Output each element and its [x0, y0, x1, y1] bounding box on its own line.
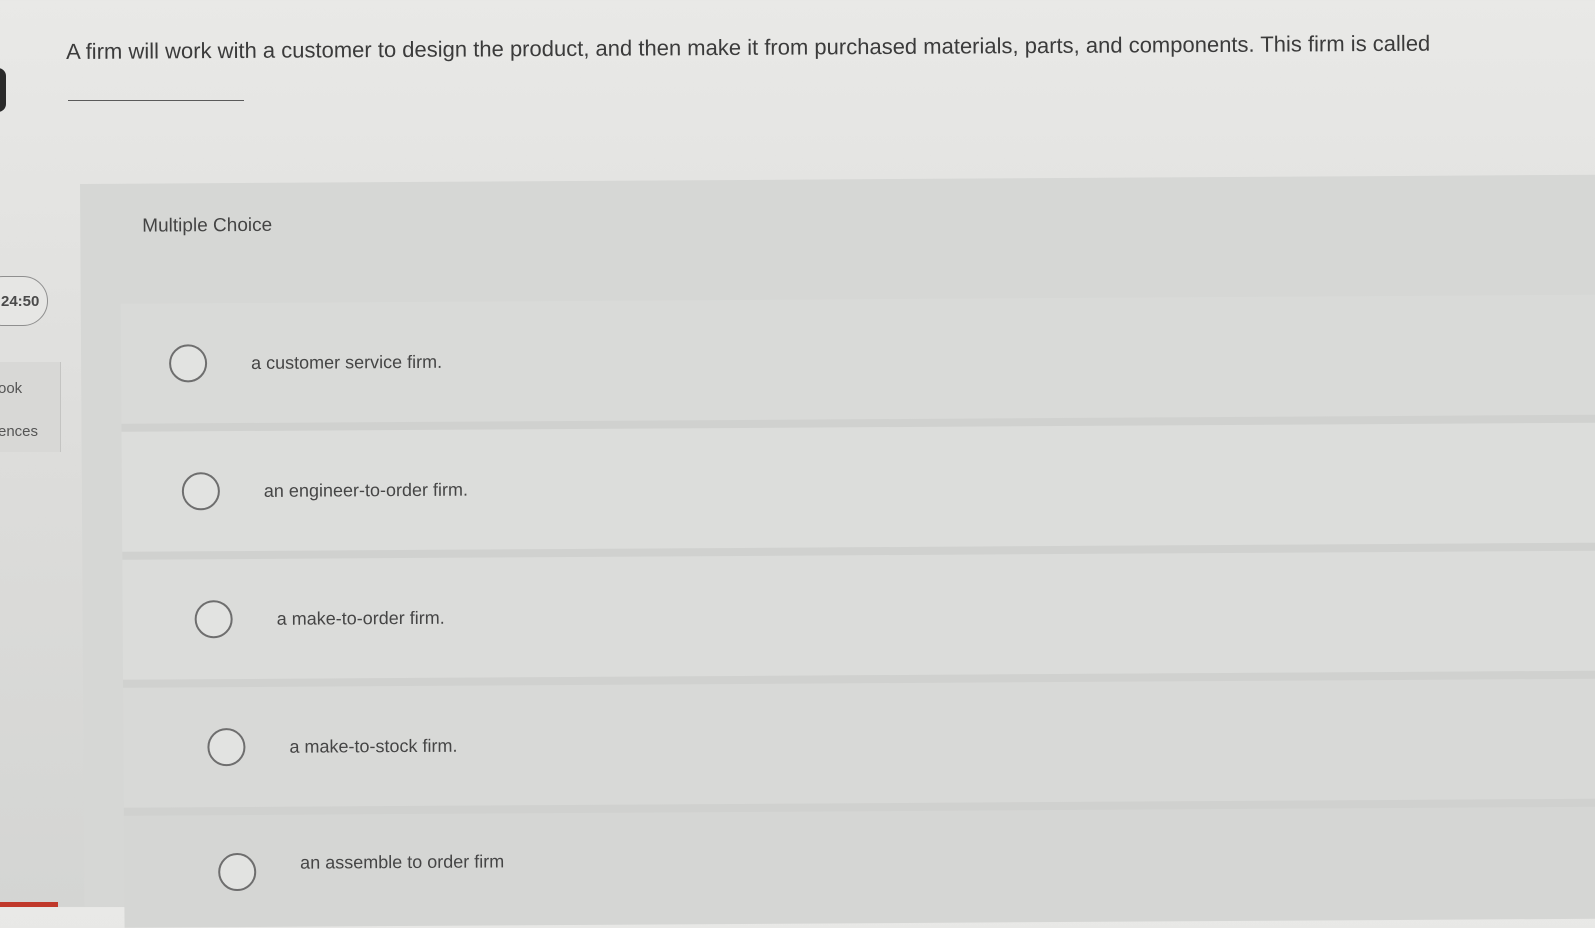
sidebar-link-references[interactable]: ences: [0, 423, 38, 440]
bottom-accent-bar: [0, 902, 58, 907]
answer-blank: [68, 100, 244, 101]
question-text: A firm will work with a customer to desi…: [66, 30, 1431, 64]
option-label: a make-to-order firm.: [276, 607, 445, 629]
radio-button[interactable]: [181, 472, 220, 511]
options-list: a customer service firm. an engineer-to-…: [120, 294, 1595, 928]
option-make-to-stock[interactable]: a make-to-stock firm.: [123, 670, 1595, 808]
option-label: a customer service firm.: [251, 351, 443, 373]
option-customer-service[interactable]: a customer service firm.: [120, 294, 1595, 424]
option-label: an engineer-to-order firm.: [263, 479, 469, 501]
radio-button[interactable]: [218, 852, 257, 892]
option-assemble-to-order[interactable]: an assemble to order firm: [123, 798, 1595, 928]
sidebar-indicator: [0, 68, 6, 112]
option-label: a make-to-stock firm.: [289, 735, 458, 757]
sidebar-link-ebook[interactable]: ook: [0, 380, 22, 397]
choice-panel: Multiple Choice a customer service firm.…: [80, 174, 1595, 928]
radio-button[interactable]: [207, 728, 246, 767]
timer-badge: 24:50: [0, 276, 48, 326]
option-engineer-to-order[interactable]: an engineer-to-order firm.: [121, 414, 1595, 552]
option-label: an assemble to order firm: [300, 851, 505, 873]
question-type-label: Multiple Choice: [142, 214, 273, 237]
option-make-to-order[interactable]: a make-to-order firm.: [122, 542, 1595, 680]
radio-button[interactable]: [194, 600, 233, 639]
timer-text: 24:50: [1, 292, 40, 310]
radio-button[interactable]: [168, 344, 208, 383]
